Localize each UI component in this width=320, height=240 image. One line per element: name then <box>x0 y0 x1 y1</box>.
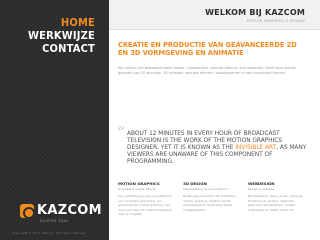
services-columns: MOTION GRAPHICS Animatie & visual effect… <box>118 181 313 217</box>
nav-item-home[interactable]: HOME <box>28 16 95 29</box>
service-motion-graphics: MOTION GRAPHICS Animatie & visual effect… <box>118 181 183 217</box>
service-subtitle: Animatie & visual effects <box>118 187 156 191</box>
logo-text: KAZCOM <box>37 203 102 218</box>
copyright: Copyright © 2011 Kazcom. All rights rese… <box>12 231 87 235</box>
header: WELKOM BIJ KAZCOM MOTION GRAPHICS & DESI… <box>109 0 320 30</box>
quote-mark-icon: “ <box>117 123 126 142</box>
quote-text: ABOUT 12 MINUTES IN EVERY HOUR OF BROADC… <box>118 131 313 166</box>
intro-section: CREATIE EN PRODUCTIE VAN GEAVANCEERDE 2D… <box>118 41 308 76</box>
quote-section: “ ABOUT 12 MINUTES IN EVERY HOUR OF BROA… <box>117 125 313 166</box>
intro-heading: CREATIE EN PRODUCTIE VAN GEAVANCEERDE 2D… <box>118 41 297 58</box>
service-text: Van ontwikkeling van concepten tot een c… <box>118 194 173 217</box>
service-title: 3D DESIGN <box>183 181 207 186</box>
site-title: WELKOM BIJ KAZCOM <box>205 8 305 17</box>
service-subtitle: Design & website <box>248 187 275 191</box>
logo[interactable]: KAZCOM <box>20 203 102 219</box>
nav-item-werkwijze[interactable]: WERKWIJZE <box>28 29 95 42</box>
service-subtitle: Visualisations and animations <box>183 187 228 191</box>
service-text: Naast geavanceerde 3D animaties / motion… <box>183 194 237 212</box>
service-title: MOTION GRAPHICS <box>118 181 160 186</box>
logo-subtitle: KASPER TAAL <box>40 219 69 223</box>
sidebar: HOME WERKWIJZE CONTACT KAZCOM KASPER TAA… <box>0 0 109 240</box>
quote-highlight: INVISIBLE ART <box>235 145 277 152</box>
site-tagline: MOTION GRAPHICS & DESIGN <box>246 19 305 23</box>
service-3d-design: 3D DESIGN Visualisations and animations … <box>183 181 248 217</box>
main-nav: HOME WERKWIJZE CONTACT <box>28 16 95 55</box>
service-webdesign: WEBDESIGN Design & website Bij webdesign… <box>248 181 313 217</box>
service-text: Bij webdesign staan je een optimale font… <box>248 194 303 212</box>
nav-item-contact[interactable]: CONTACT <box>28 42 95 55</box>
logo-icon <box>20 203 35 219</box>
intro-text: Wij creëren van bewegend beeld (leader, … <box>118 65 296 75</box>
service-title: WEBDESIGN <box>248 181 275 186</box>
